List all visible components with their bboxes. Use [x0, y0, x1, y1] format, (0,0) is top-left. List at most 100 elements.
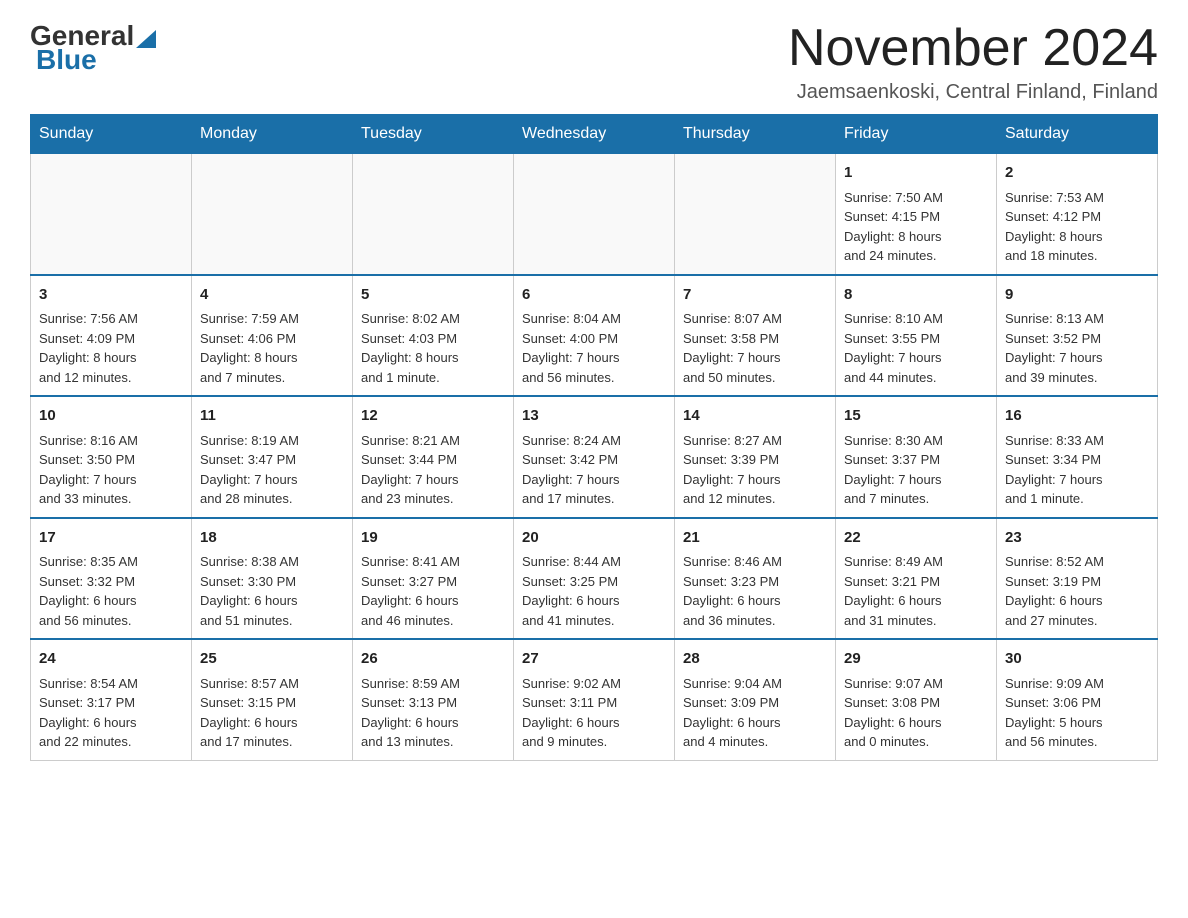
day-number: 26: [361, 648, 505, 671]
calendar-cell: 11 Sunrise: 8:19 AM Sunset: 3:47 PM Dayli…: [192, 396, 353, 518]
day-info: Sunrise: 8:38 AM Sunset: 3:30 PM Dayligh…: [200, 552, 344, 630]
calendar-cell: 4Sunrise: 7:59 AM Sunset: 4:06 PM Daylig…: [192, 275, 353, 397]
day-number: 3: [39, 284, 183, 307]
calendar-week-5: 24 Sunrise: 8:54 AM Sunset: 3:17 PM Dayli…: [31, 639, 1158, 760]
day-info: Sunrise: 8:49 AM Sunset: 3:21 PM Dayligh…: [844, 552, 988, 630]
day-info: Sunrise: 8:13 AM Sunset: 3:52 PM Dayligh…: [1005, 309, 1149, 387]
day-info: Sunrise: 7:50 AM Sunset: 4:15 PM Dayligh…: [844, 188, 988, 266]
calendar-cell: 1 Sunrise: 7:50 AM Sunset: 4:15 PM Daylig…: [836, 154, 997, 275]
day-number: 14: [683, 405, 827, 428]
calendar-cell: 10Sunrise: 8:16 AM Sunset: 3:50 PM Dayli…: [31, 396, 192, 518]
calendar-cell: 29Sunrise: 9:07 AM Sunset: 3:08 PM Dayli…: [836, 639, 997, 760]
day-number: 28: [683, 648, 827, 671]
calendar-cell: 15 Sunrise: 8:30 AM Sunset: 3:37 PM Dayli…: [836, 396, 997, 518]
calendar-cell: 17Sunrise: 8:35 AM Sunset: 3:32 PM Dayli…: [31, 518, 192, 640]
day-of-week-friday: Friday: [836, 115, 997, 154]
day-number: 17: [39, 527, 183, 550]
day-info: Sunrise: 8:19 AM Sunset: 3:47 PM Dayligh…: [200, 431, 344, 509]
day-info: Sunrise: 8:33 AM Sunset: 3:34 PM Dayligh…: [1005, 431, 1149, 509]
calendar-cell: 12 Sunrise: 8:21 AM Sunset: 3:44 PM Dayli…: [353, 396, 514, 518]
day-number: 2: [1005, 162, 1149, 185]
day-number: 22: [844, 527, 988, 550]
calendar-cell: 19Sunrise: 8:41 AM Sunset: 3:27 PM Dayli…: [353, 518, 514, 640]
day-info: Sunrise: 8:10 AM Sunset: 3:55 PM Dayligh…: [844, 309, 988, 387]
day-info: Sunrise: 8:24 AM Sunset: 3:42 PM Dayligh…: [522, 431, 666, 509]
page-subtitle: Jaemsaenkoski, Central Finland, Finland: [788, 81, 1158, 104]
day-number: 1: [844, 162, 988, 185]
day-number: 9: [1005, 284, 1149, 307]
day-of-week-sunday: Sunday: [31, 115, 192, 154]
logo-blue-text: Blue: [36, 44, 156, 76]
day-of-week-monday: Monday: [192, 115, 353, 154]
day-info: Sunrise: 9:04 AM Sunset: 3:09 PM Dayligh…: [683, 674, 827, 752]
day-info: Sunrise: 8:59 AM Sunset: 3:13 PM Dayligh…: [361, 674, 505, 752]
day-number: 19: [361, 527, 505, 550]
page-header: General Blue November 2024 Jaemsaenkoski…: [30, 20, 1158, 104]
day-info: Sunrise: 8:41 AM Sunset: 3:27 PM Dayligh…: [361, 552, 505, 630]
day-number: 21: [683, 527, 827, 550]
day-number: 10: [39, 405, 183, 428]
day-info: Sunrise: 8:52 AM Sunset: 3:19 PM Dayligh…: [1005, 552, 1149, 630]
day-number: 7: [683, 284, 827, 307]
day-number: 12: [361, 405, 505, 428]
day-info: Sunrise: 8:57 AM Sunset: 3:15 PM Dayligh…: [200, 674, 344, 752]
calendar-cell: 23Sunrise: 8:52 AM Sunset: 3:19 PM Dayli…: [997, 518, 1158, 640]
calendar-cell: 30 Sunrise: 9:09 AM Sunset: 3:06 PM Dayli…: [997, 639, 1158, 760]
day-info: Sunrise: 8:07 AM Sunset: 3:58 PM Dayligh…: [683, 309, 827, 387]
calendar-cell: [353, 154, 514, 275]
day-of-week-tuesday: Tuesday: [353, 115, 514, 154]
day-info: Sunrise: 9:02 AM Sunset: 3:11 PM Dayligh…: [522, 674, 666, 752]
day-info: Sunrise: 8:54 AM Sunset: 3:17 PM Dayligh…: [39, 674, 183, 752]
calendar-cell: 3Sunrise: 7:56 AM Sunset: 4:09 PM Daylig…: [31, 275, 192, 397]
day-info: Sunrise: 7:53 AM Sunset: 4:12 PM Dayligh…: [1005, 188, 1149, 266]
day-number: 8: [844, 284, 988, 307]
day-info: Sunrise: 8:30 AM Sunset: 3:37 PM Dayligh…: [844, 431, 988, 509]
calendar-cell: 16 Sunrise: 8:33 AM Sunset: 3:34 PM Dayli…: [997, 396, 1158, 518]
day-of-week-wednesday: Wednesday: [514, 115, 675, 154]
calendar-cell: 24 Sunrise: 8:54 AM Sunset: 3:17 PM Dayli…: [31, 639, 192, 760]
calendar-week-4: 17Sunrise: 8:35 AM Sunset: 3:32 PM Dayli…: [31, 518, 1158, 640]
day-number: 15: [844, 405, 988, 428]
day-of-week-thursday: Thursday: [675, 115, 836, 154]
day-number: 25: [200, 648, 344, 671]
day-info: Sunrise: 7:59 AM Sunset: 4:06 PM Dayligh…: [200, 309, 344, 387]
calendar-cell: 20Sunrise: 8:44 AM Sunset: 3:25 PM Dayli…: [514, 518, 675, 640]
calendar-table: SundayMondayTuesdayWednesdayThursdayFrid…: [30, 114, 1158, 761]
calendar-cell: [192, 154, 353, 275]
calendar-cell: 7Sunrise: 8:07 AM Sunset: 3:58 PM Daylig…: [675, 275, 836, 397]
calendar-cell: [675, 154, 836, 275]
day-number: 16: [1005, 405, 1149, 428]
day-info: Sunrise: 8:27 AM Sunset: 3:39 PM Dayligh…: [683, 431, 827, 509]
calendar-cell: 14 Sunrise: 8:27 AM Sunset: 3:39 PM Dayli…: [675, 396, 836, 518]
day-info: Sunrise: 8:44 AM Sunset: 3:25 PM Dayligh…: [522, 552, 666, 630]
calendar-header: SundayMondayTuesdayWednesdayThursdayFrid…: [31, 115, 1158, 154]
day-number: 4: [200, 284, 344, 307]
title-section: November 2024 Jaemsaenkoski, Central Fin…: [788, 20, 1158, 104]
calendar-cell: 2 Sunrise: 7:53 AM Sunset: 4:12 PM Daylig…: [997, 154, 1158, 275]
day-info: Sunrise: 8:02 AM Sunset: 4:03 PM Dayligh…: [361, 309, 505, 387]
day-info: Sunrise: 8:04 AM Sunset: 4:00 PM Dayligh…: [522, 309, 666, 387]
calendar-week-1: 1 Sunrise: 7:50 AM Sunset: 4:15 PM Daylig…: [31, 154, 1158, 275]
calendar-cell: 25 Sunrise: 8:57 AM Sunset: 3:15 PM Dayli…: [192, 639, 353, 760]
day-number: 20: [522, 527, 666, 550]
calendar-week-3: 10Sunrise: 8:16 AM Sunset: 3:50 PM Dayli…: [31, 396, 1158, 518]
day-info: Sunrise: 9:09 AM Sunset: 3:06 PM Dayligh…: [1005, 674, 1149, 752]
calendar-cell: [31, 154, 192, 275]
day-info: Sunrise: 9:07 AM Sunset: 3:08 PM Dayligh…: [844, 674, 988, 752]
page-title: November 2024: [788, 20, 1158, 77]
day-number: 24: [39, 648, 183, 671]
calendar-cell: 21Sunrise: 8:46 AM Sunset: 3:23 PM Dayli…: [675, 518, 836, 640]
calendar-cell: 8Sunrise: 8:10 AM Sunset: 3:55 PM Daylig…: [836, 275, 997, 397]
day-number: 18: [200, 527, 344, 550]
day-number: 6: [522, 284, 666, 307]
calendar-cell: 9Sunrise: 8:13 AM Sunset: 3:52 PM Daylig…: [997, 275, 1158, 397]
calendar-cell: [514, 154, 675, 275]
day-number: 11: [200, 405, 344, 428]
calendar-cell: 6Sunrise: 8:04 AM Sunset: 4:00 PM Daylig…: [514, 275, 675, 397]
day-number: 30: [1005, 648, 1149, 671]
days-of-week-row: SundayMondayTuesdayWednesdayThursdayFrid…: [31, 115, 1158, 154]
calendar-body: 1 Sunrise: 7:50 AM Sunset: 4:15 PM Daylig…: [31, 154, 1158, 761]
day-info: Sunrise: 7:56 AM Sunset: 4:09 PM Dayligh…: [39, 309, 183, 387]
day-number: 27: [522, 648, 666, 671]
day-info: Sunrise: 8:21 AM Sunset: 3:44 PM Dayligh…: [361, 431, 505, 509]
